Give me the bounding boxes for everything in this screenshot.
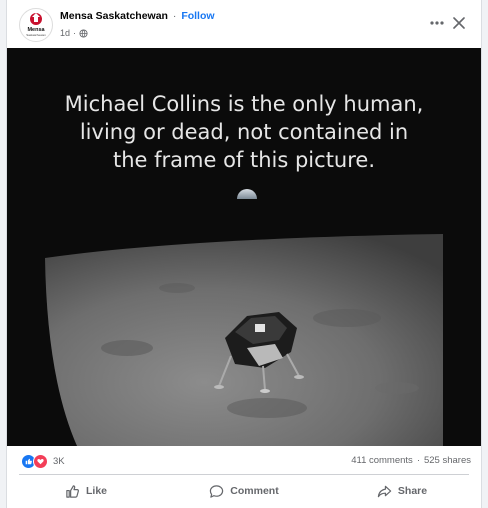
close-icon [453, 17, 465, 29]
separator-dot: · [416, 455, 420, 466]
caption-line: living or dead, not contained in [79, 120, 409, 144]
like-label: Like [85, 485, 107, 497]
image-caption: Michael Collins is the only human, livin… [7, 90, 481, 174]
post-header: Mensa Saskatchewan Mensa Saskatchewan · … [7, 0, 481, 48]
comments-count[interactable]: 411 comments [351, 455, 413, 466]
engagement-counts: 411 comments · 525 shares [351, 455, 471, 466]
separator-dot: · [172, 10, 177, 22]
separator-dot: · [73, 28, 77, 38]
mensa-logo-icon: Mensa Saskatchewan [26, 13, 46, 37]
globe-icon [79, 28, 88, 38]
comment-icon [210, 484, 224, 498]
post-image[interactable]: Michael Collins is the only human, livin… [7, 48, 481, 446]
love-reaction-icon [33, 454, 48, 469]
reactions-summary[interactable]: 3K [21, 454, 65, 469]
moon-surface [7, 234, 443, 446]
follow-button[interactable]: Follow [181, 10, 214, 22]
post-author-line: Mensa Saskatchewan · Follow [60, 10, 215, 22]
shares-count[interactable]: 525 shares [424, 455, 471, 466]
share-label: Share [397, 485, 428, 497]
page-name[interactable]: Mensa Saskatchewan [60, 10, 168, 22]
post-timestamp[interactable]: 1d [60, 28, 70, 38]
earth-icon [237, 189, 257, 199]
more-horizontal-icon [430, 21, 444, 25]
close-post-button[interactable] [447, 11, 471, 35]
caption-line: the frame of this picture. [112, 148, 376, 172]
like-button[interactable]: Like [7, 476, 165, 506]
caption-line: Michael Collins is the only human, [64, 92, 424, 116]
post-stats: 3K 411 comments · 525 shares [7, 446, 481, 474]
svg-text:Saskatchewan: Saskatchewan [26, 33, 46, 37]
thumbs-up-icon [66, 484, 79, 498]
reaction-count: 3K [53, 456, 65, 467]
more-options-button[interactable] [425, 11, 449, 35]
avatar[interactable]: Mensa Saskatchewan [19, 8, 53, 42]
post-actions: Like Comment Share [7, 476, 481, 506]
lunar-module-icon [214, 312, 304, 393]
post-meta: 1d · [60, 28, 88, 38]
share-icon [377, 485, 392, 497]
comment-button[interactable]: Comment [165, 476, 323, 506]
divider [19, 474, 469, 475]
post-card: Mensa Saskatchewan Mensa Saskatchewan · … [6, 0, 482, 508]
comment-label: Comment [230, 485, 279, 497]
share-button[interactable]: Share [323, 476, 481, 506]
